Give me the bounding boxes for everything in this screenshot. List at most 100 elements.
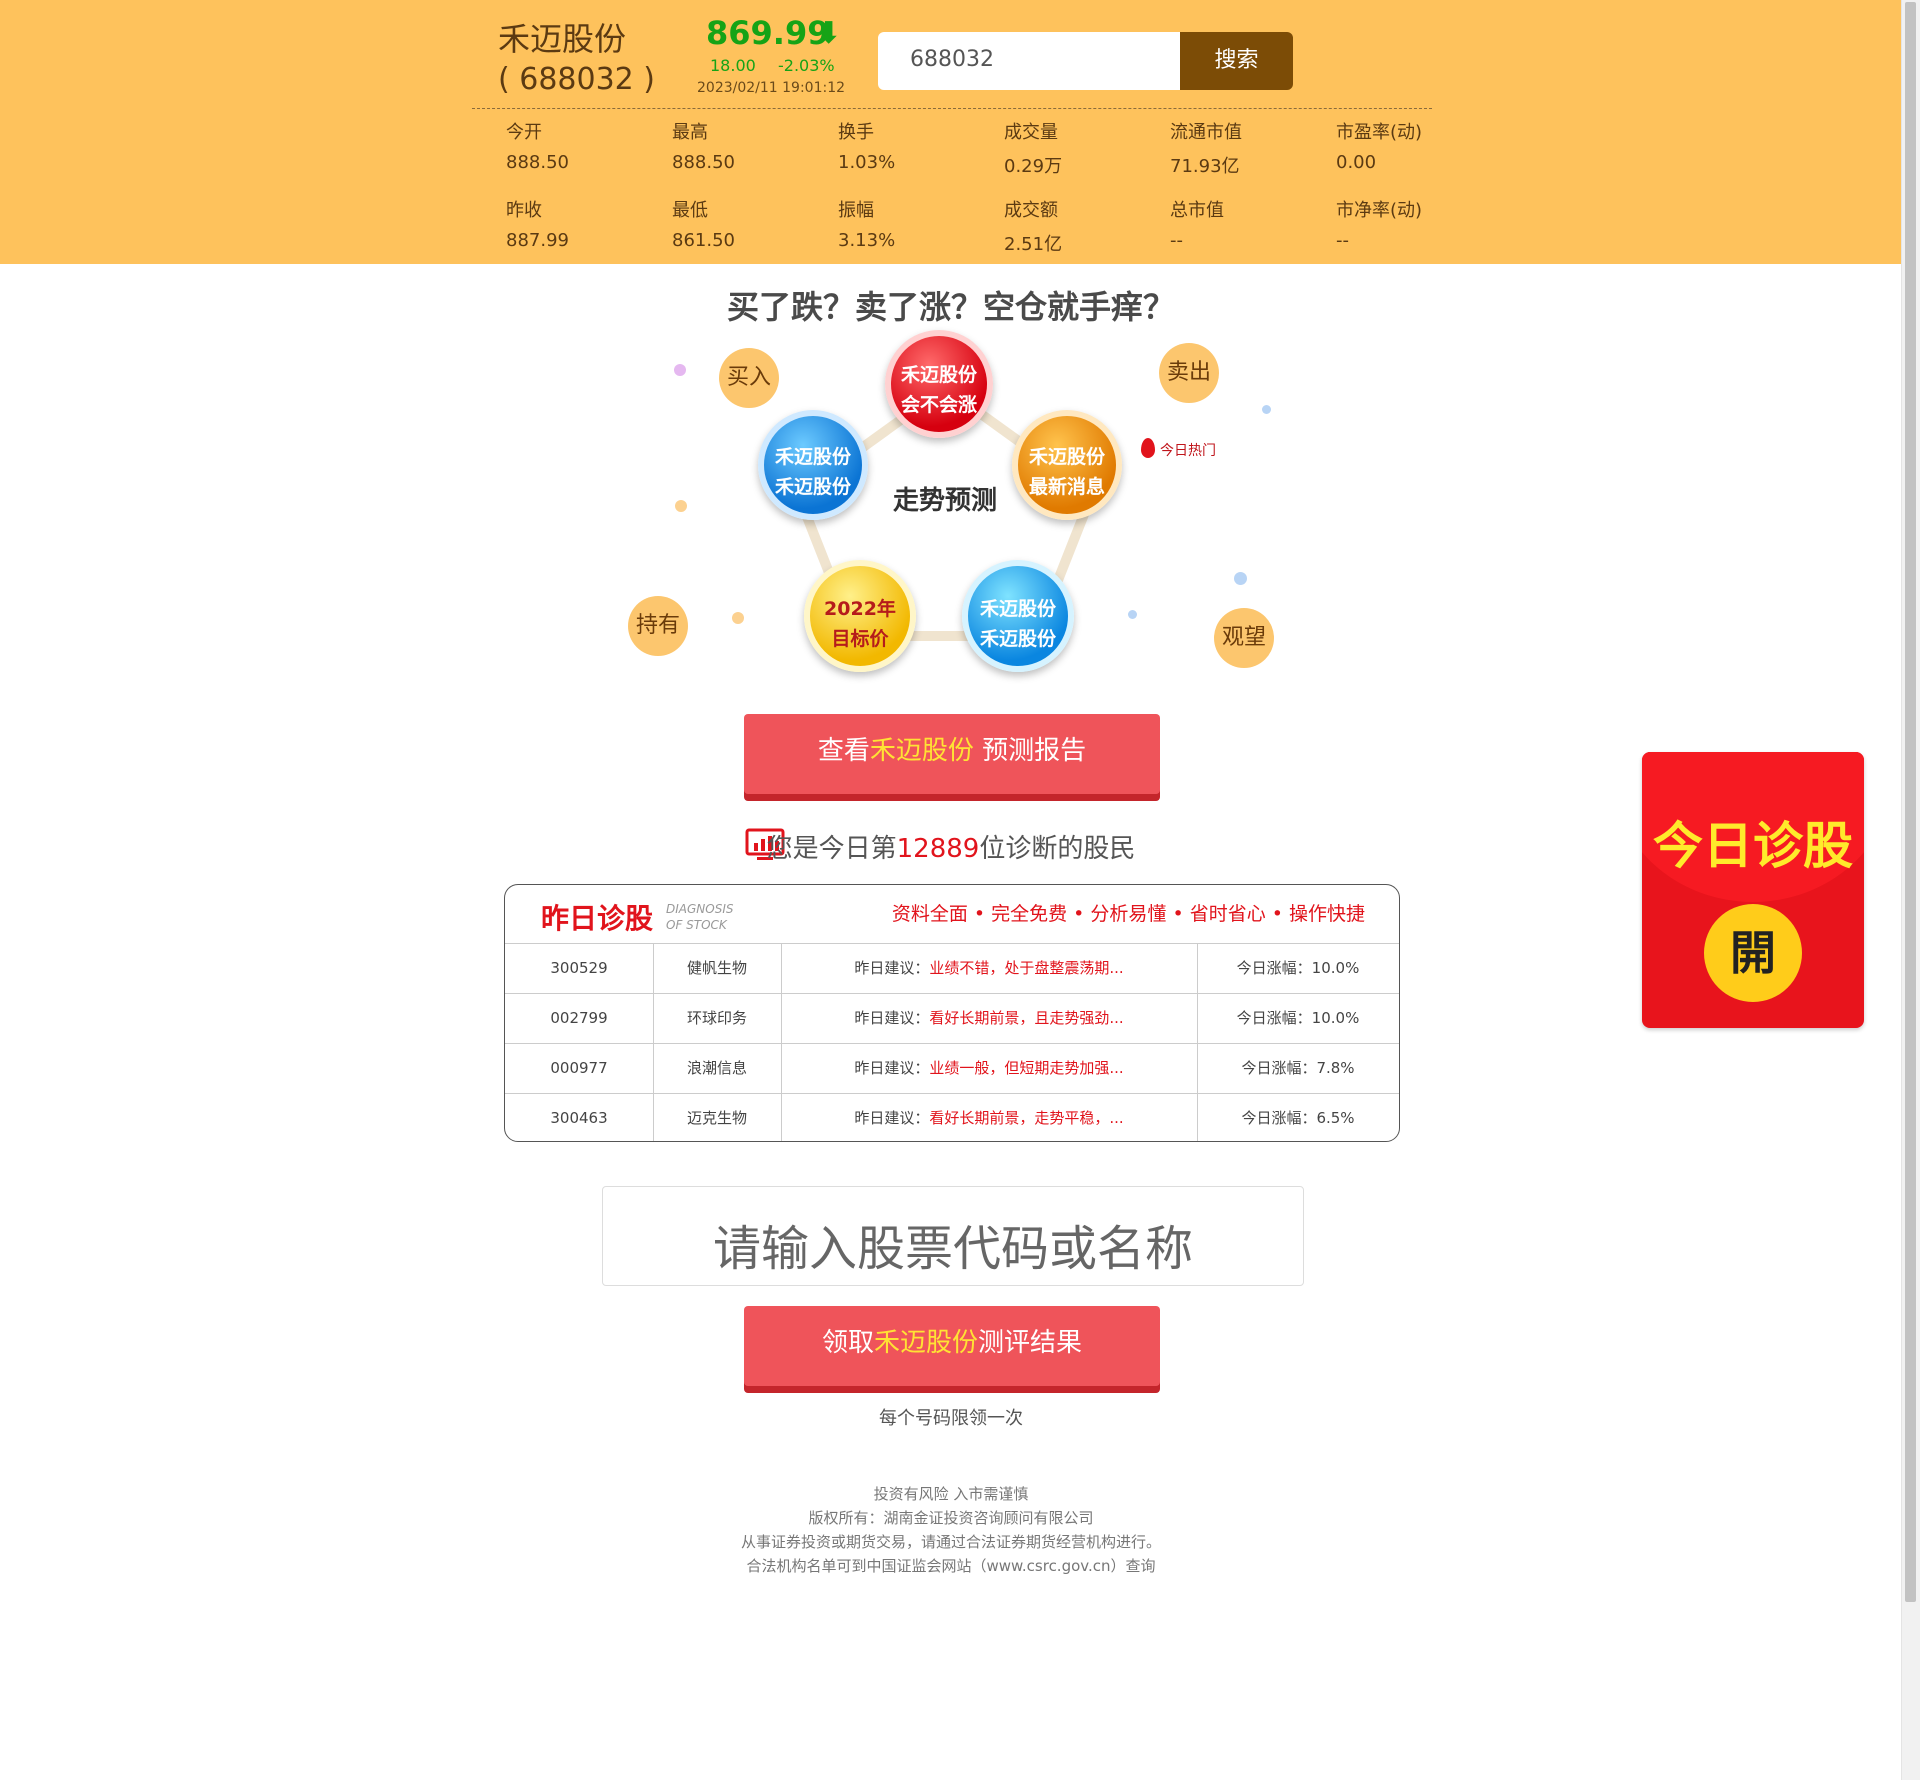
footer: 投资有风险 入市需谨慎 版权所有：湖南金证投资咨询顾问有限公司 从事证券投资或期… — [0, 1482, 1902, 1578]
bubble-sell: 卖出 — [1159, 343, 1219, 403]
footer-line: 投资有风险 入市需谨慎 — [873, 1485, 1029, 1503]
stock-code: ( 688032 ) — [498, 62, 656, 97]
table-subtitle: DIAGNOSIS OF STOCK — [666, 901, 733, 933]
stat-value-float-cap: 71.93亿 — [1170, 156, 1240, 177]
advice-text: 看好长期前景，且走势强劲... — [929, 1009, 1124, 1027]
ball-right-line2: 禾迈股份 — [979, 628, 1056, 650]
decor-dot — [732, 612, 744, 624]
current-price: 869.99 — [706, 14, 830, 52]
row-advice: 昨日建议：业绩不错，处于盘整震荡期... — [781, 944, 1198, 994]
table-row[interactable]: 002799 环球印务 昨日建议：看好长期前景，且走势强劲... 今日涨幅：10… — [505, 993, 1399, 1044]
ball-stock-right[interactable]: 禾迈股份 禾迈股份 — [962, 560, 1074, 672]
count-number: 12889 — [896, 834, 980, 864]
stat-label-amount: 成交额 — [1004, 200, 1058, 221]
price-change-percent: -2.03% — [778, 56, 835, 75]
ball-news-line1: 禾迈股份 — [1028, 446, 1105, 468]
row-advice: 昨日建议：看好长期前景，走势平稳，... — [781, 1094, 1198, 1141]
quote-datetime: 2023/02/11 19:01:12 — [697, 80, 846, 96]
stat-label-pe: 市盈率(动) — [1336, 122, 1423, 143]
cta1-pre: 查看 — [817, 736, 870, 766]
ball-left-line1: 禾迈股份 — [774, 446, 851, 468]
stat-value-pe: 0.00 — [1336, 152, 1377, 173]
stock-code-input[interactable]: 请输入股票代码或名称 — [602, 1186, 1304, 1286]
stat-value-prev-close: 887.99 — [506, 230, 569, 251]
stat-label-high: 最高 — [672, 122, 708, 143]
decor-dot — [674, 364, 686, 376]
row-rise: 今日涨幅：7.8% — [1241, 1059, 1355, 1077]
ball-stock-left[interactable]: 禾迈股份 禾迈股份 — [758, 410, 868, 520]
stat-value-open: 888.50 — [506, 152, 569, 173]
advice-prefix: 昨日建议： — [854, 1109, 930, 1127]
footer-line: 版权所有：湖南金证投资咨询顾问有限公司 — [808, 1509, 1094, 1527]
stat-label-float-cap: 流通市值 — [1170, 122, 1242, 143]
ball-left-line2: 禾迈股份 — [774, 476, 851, 498]
hot-today-tag: 今日热门 — [1160, 443, 1216, 459]
table-row[interactable]: 300529 健帆生物 昨日建议：业绩不错，处于盘整震荡期... 今日涨幅：10… — [505, 943, 1399, 994]
packet-open-button[interactable]: 開 — [1704, 904, 1802, 1002]
stat-label-total-cap: 总市值 — [1170, 200, 1224, 221]
stat-value-amount: 2.51亿 — [1004, 234, 1063, 255]
header-divider — [472, 108, 1432, 109]
stat-value-volume: 0.29万 — [1004, 156, 1063, 177]
decor-dot — [675, 500, 687, 512]
row-advice: 昨日建议：看好长期前景，且走势强劲... — [781, 994, 1198, 1044]
arrow-down-icon: ⬇ — [816, 16, 842, 51]
get-result-button[interactable]: 领取禾迈股份测评结果 — [744, 1306, 1160, 1386]
count-post: 位诊断的股民 — [979, 834, 1136, 864]
decor-dot — [1234, 572, 1247, 585]
view-report-button[interactable]: 查看禾迈股份 预测报告 — [744, 714, 1160, 794]
row-rise: 今日涨幅：6.5% — [1241, 1109, 1355, 1127]
stat-value-total-cap: -- — [1170, 230, 1183, 251]
advice-prefix: 昨日建议： — [854, 1009, 930, 1027]
table-title: 昨日诊股 — [541, 902, 654, 935]
table-row[interactable]: 300463 迈克生物 昨日建议：看好长期前景，走势平稳，... 今日涨幅：6.… — [505, 1093, 1399, 1141]
ball-right-line1: 禾迈股份 — [979, 598, 1056, 620]
bubble-watch: 观望 — [1214, 608, 1274, 668]
row-code: 300463 — [505, 1094, 654, 1141]
banner-headline: 买了跌？卖了涨？空仓就手痒？ — [726, 288, 1175, 326]
table-subtitle-line2: OF STOCK — [666, 918, 727, 932]
scrollbar-thumb[interactable] — [1905, 2, 1916, 1602]
yesterday-diagnosis-table: 昨日诊股 DIAGNOSIS OF STOCK 资料全面 • 完全免费 • 分析… — [504, 884, 1400, 1142]
count-pre: 您是今日第 — [766, 834, 897, 864]
stat-label-turnover: 换手 — [838, 122, 874, 143]
row-name: 健帆生物 — [653, 944, 782, 994]
row-advice: 昨日建议：业绩一般，但短期走势加强... — [781, 1044, 1198, 1094]
ball-will-rise[interactable]: 禾迈股份 会不会涨 — [885, 330, 993, 438]
bubble-buy: 买入 — [719, 348, 779, 408]
row-code: 300529 — [505, 944, 654, 994]
advice-text: 业绩一般，但短期走势加强... — [929, 1059, 1124, 1077]
trend-forecast-label: 走势预测 — [893, 486, 998, 516]
stock-input-placeholder: 请输入股票代码或名称 — [712, 1221, 1193, 1277]
row-name: 迈克生物 — [653, 1094, 782, 1141]
cta2-pre: 领取 — [821, 1328, 874, 1358]
search-input[interactable] — [908, 46, 1172, 73]
stat-value-low: 861.50 — [672, 230, 735, 251]
table-features: 资料全面 • 完全免费 • 分析易懂 • 省时省心 • 操作快捷 — [891, 903, 1365, 925]
stat-value-pb: -- — [1336, 230, 1349, 251]
ball-target-line1: 2022年 — [824, 598, 896, 620]
decor-dot — [1128, 610, 1137, 619]
page-scrollbar[interactable] — [1901, 0, 1920, 1780]
ball-news-line2: 最新消息 — [1028, 476, 1105, 498]
ball-latest-news[interactable]: 禾迈股份 最新消息 — [1012, 410, 1122, 520]
decor-dot — [1262, 405, 1271, 414]
cta1-post: 预测报告 — [973, 736, 1087, 766]
search-button[interactable]: 搜索 — [1180, 32, 1293, 90]
advice-text: 看好长期前景，走势平稳，... — [929, 1109, 1124, 1127]
bubble-hold: 持有 — [628, 596, 688, 656]
table-row[interactable]: 000977 浪潮信息 昨日建议：业绩一般，但短期走势加强... 今日涨幅：7.… — [505, 1043, 1399, 1094]
cta2-stock-name: 禾迈股份 — [873, 1328, 978, 1358]
row-code: 002799 — [505, 994, 654, 1044]
today-diagnosis-red-packet[interactable]: 今日诊股 開 — [1642, 752, 1864, 1028]
advice-prefix: 昨日建议： — [854, 959, 930, 977]
packet-label: 今日诊股 — [1653, 817, 1853, 875]
cta2-post: 测评结果 — [978, 1328, 1083, 1358]
stat-value-amplitude: 3.13% — [838, 230, 896, 251]
ball-target-price[interactable]: 2022年 目标价 — [804, 560, 916, 672]
stat-value-high: 888.50 — [672, 152, 735, 173]
stat-value-turnover: 1.03% — [838, 152, 896, 173]
limit-note: 每个号码限领一次 — [879, 1408, 1023, 1429]
row-rise: 今日涨幅：10.0% — [1236, 1009, 1360, 1027]
flame-icon — [1141, 438, 1155, 458]
